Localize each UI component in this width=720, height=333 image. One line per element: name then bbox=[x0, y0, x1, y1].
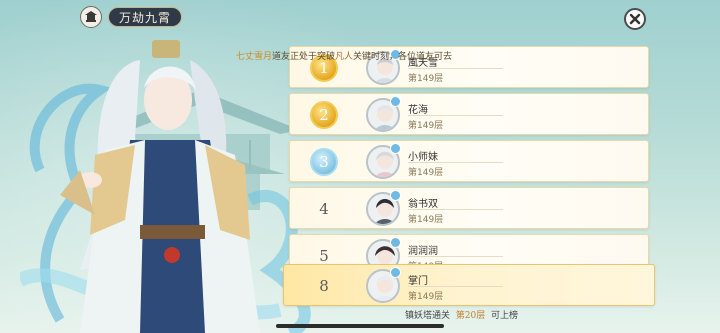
player-floor: 第149层 bbox=[408, 74, 444, 84]
title-bar: 万劫九霄 bbox=[80, 6, 183, 28]
marquee-realm: 凡人 bbox=[335, 52, 354, 62]
hint-suffix: 可上榜 bbox=[490, 311, 518, 321]
realm-badge-icon bbox=[390, 190, 401, 201]
divider bbox=[408, 209, 503, 210]
player-name: 小师妹 bbox=[408, 152, 438, 163]
hint-floor: 第20层 bbox=[455, 311, 486, 321]
marquee-player-name: 七丈雪月 bbox=[236, 52, 273, 62]
player-floor: 第149层 bbox=[408, 292, 444, 302]
home-indicator[interactable] bbox=[276, 324, 444, 328]
player-name: 掌门 bbox=[408, 276, 428, 287]
marquee-text: 道友正处于突破 bbox=[272, 52, 336, 62]
rank-number: 2 bbox=[310, 101, 338, 129]
rank-number: 4 bbox=[319, 200, 329, 218]
player-floor: 第149层 bbox=[408, 168, 444, 178]
divider bbox=[408, 286, 503, 287]
page-title: 万劫九霄 bbox=[108, 7, 183, 27]
rank-number: 8 bbox=[319, 277, 329, 295]
my-ranking-row[interactable]: 8 掌门 第149层 bbox=[283, 264, 655, 306]
realm-badge-icon bbox=[390, 143, 401, 154]
divider bbox=[408, 162, 503, 163]
ranking-row[interactable]: 2 花海 第149层 bbox=[289, 93, 649, 135]
divider bbox=[408, 68, 503, 69]
player-floor: 第149层 bbox=[408, 215, 444, 225]
hint-prefix: 镇妖塔通关 bbox=[405, 311, 451, 321]
realm-badge-icon bbox=[390, 237, 401, 248]
character-illustration bbox=[20, 40, 311, 333]
divider bbox=[408, 115, 503, 116]
ranking-row[interactable]: 3 小师妹 第149层 bbox=[289, 140, 649, 182]
player-floor: 第149层 bbox=[408, 121, 444, 131]
rank-number: 3 bbox=[310, 148, 338, 176]
unlock-hint: 镇妖塔通关 第20层 可上榜 bbox=[405, 308, 518, 321]
close-icon bbox=[629, 13, 641, 25]
pavilion-icon[interactable] bbox=[80, 6, 102, 28]
ranking-row[interactable]: 4 翁书双 第149层 bbox=[289, 187, 649, 229]
realm-badge-icon bbox=[390, 267, 401, 278]
player-name: 润润润 bbox=[408, 246, 438, 257]
close-button[interactable] bbox=[624, 8, 646, 30]
game-screen: 万劫九霄 1 風天雪 第149层 2 花海 第149层 3 小师妹 第149层 … bbox=[0, 0, 720, 333]
announcement-marquee: 七丈雪月道友正处于突破凡人关键时刻，各位道友可去 bbox=[236, 49, 536, 63]
player-name: 翁书双 bbox=[408, 199, 438, 210]
realm-badge-icon bbox=[390, 96, 401, 107]
divider bbox=[408, 256, 503, 257]
player-name: 花海 bbox=[408, 105, 428, 116]
marquee-text: 关键时刻，各位道友可去 bbox=[353, 52, 453, 62]
